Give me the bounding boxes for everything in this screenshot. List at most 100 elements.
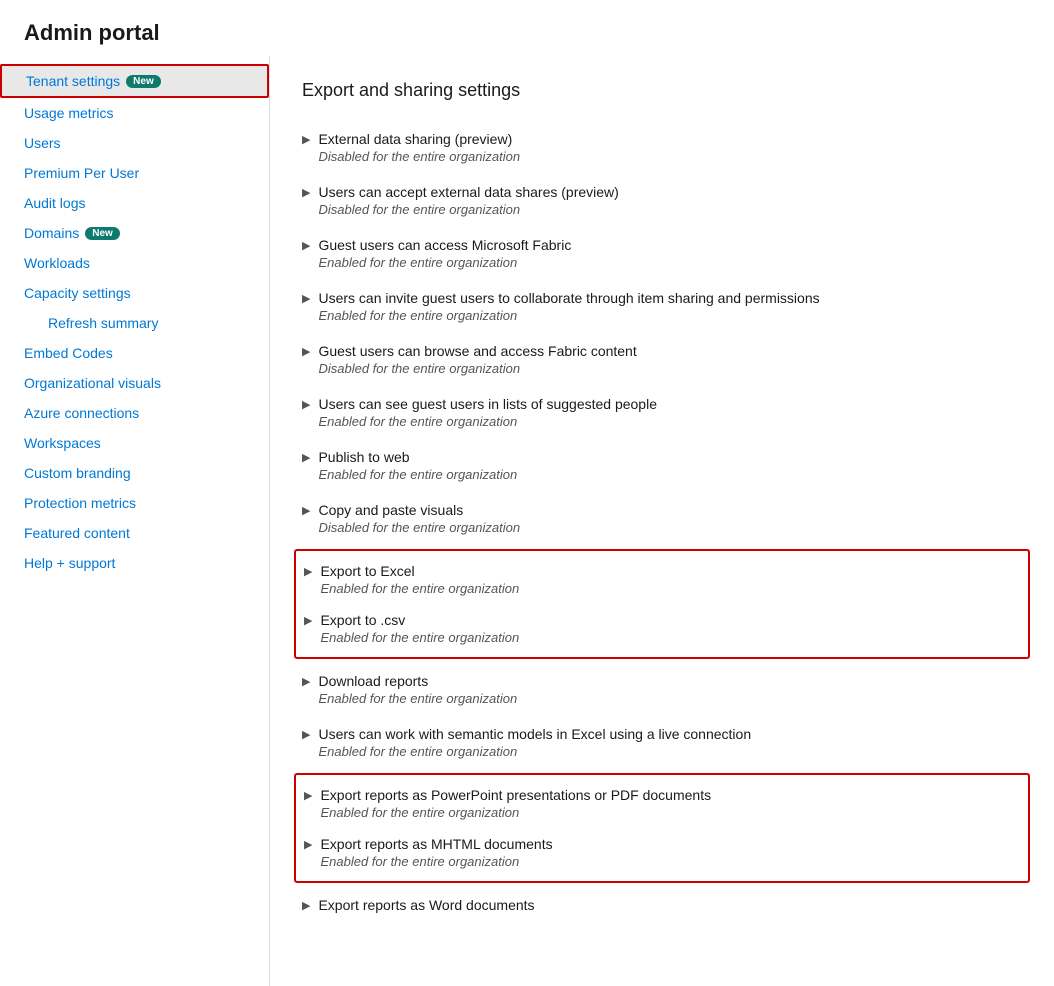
setting-label-export-mhtml: Export reports as MHTML documents	[320, 836, 552, 852]
badge-new: New	[85, 227, 120, 240]
chevron-icon[interactable]: ▶	[304, 838, 312, 851]
sidebar-item-label: Usage metrics	[24, 105, 113, 121]
sidebar-item-premium-per-user[interactable]: Premium Per User	[0, 158, 269, 188]
setting-label-users-see-guest: Users can see guest users in lists of su…	[318, 396, 657, 412]
setting-item-users-see-guest: ▶ Users can see guest users in lists of s…	[302, 386, 1022, 439]
sidebar-item-label: Capacity settings	[24, 285, 131, 301]
sidebar-item-label: Embed Codes	[24, 345, 113, 361]
setting-item-download-reports: ▶ Download reports Enabled for the entire …	[302, 663, 1022, 716]
chevron-icon[interactable]: ▶	[302, 675, 310, 688]
sidebar-item-users[interactable]: Users	[0, 128, 269, 158]
setting-label-copy-paste-visuals: Copy and paste visuals	[318, 502, 520, 518]
setting-status-export-excel: Enabled for the entire organization	[320, 581, 519, 596]
setting-status-download-reports: Enabled for the entire organization	[318, 691, 517, 706]
chevron-icon[interactable]: ▶	[302, 239, 310, 252]
chevron-icon[interactable]: ▶	[302, 728, 310, 741]
setting-label-external-data-sharing: External data sharing (preview)	[318, 131, 520, 147]
setting-item-guest-browse-fabric: ▶ Guest users can browse and access Fabri…	[302, 333, 1022, 386]
sidebar-item-label: Azure connections	[24, 405, 139, 421]
sidebar-item-protection-metrics[interactable]: Protection metrics	[0, 488, 269, 518]
chevron-icon[interactable]: ▶	[302, 899, 310, 912]
setting-label-publish-to-web: Publish to web	[318, 449, 517, 465]
sidebar-item-label: Protection metrics	[24, 495, 136, 511]
setting-label-users-invite-guest: Users can invite guest users to collabor…	[318, 290, 819, 306]
setting-status-publish-to-web: Enabled for the entire organization	[318, 467, 517, 482]
setting-label-users-accept-external: Users can accept external data shares (p…	[318, 184, 618, 200]
sidebar-item-label: Domains	[24, 225, 79, 241]
setting-label-export-excel: Export to Excel	[320, 563, 519, 579]
main-content: Export and sharing settings ▶ External da…	[270, 56, 1054, 986]
sidebar-item-featured-content[interactable]: Featured content	[0, 518, 269, 548]
chevron-icon[interactable]: ▶	[304, 614, 312, 627]
setting-label-guest-users-fabric: Guest users can access Microsoft Fabric	[318, 237, 571, 253]
sidebar-item-label: Help + support	[24, 555, 115, 571]
sidebar-item-azure-connections[interactable]: Azure connections	[0, 398, 269, 428]
setting-item-export-word: ▶ Export reports as Word documents	[302, 887, 1022, 923]
sidebar-item-label: Custom branding	[24, 465, 131, 481]
setting-status-guest-browse-fabric: Disabled for the entire organization	[318, 361, 636, 376]
setting-item-export-excel: ▶ Export to Excel Enabled for the entire o…	[304, 555, 1020, 604]
setting-status-guest-users-fabric: Enabled for the entire organization	[318, 255, 571, 270]
sidebar: Tenant settings New Usage metrics Users Prem…	[0, 56, 270, 986]
setting-status-users-see-guest: Enabled for the entire organization	[318, 414, 657, 429]
chevron-icon[interactable]: ▶	[304, 565, 312, 578]
sidebar-item-tenant-settings[interactable]: Tenant settings New	[0, 64, 269, 98]
setting-status-copy-paste-visuals: Disabled for the entire organization	[318, 520, 520, 535]
setting-item-external-data-sharing: ▶ External data sharing (preview) Disabled…	[302, 121, 1022, 174]
setting-label-guest-browse-fabric: Guest users can browse and access Fabric…	[318, 343, 636, 359]
sidebar-item-label: Premium Per User	[24, 165, 139, 181]
chevron-icon[interactable]: ▶	[304, 789, 312, 802]
sidebar-item-workloads[interactable]: Workloads	[0, 248, 269, 278]
setting-item-export-powerpoint-pdf: ▶ Export reports as PowerPoint presentati…	[304, 779, 1020, 828]
sidebar-item-label: Tenant settings	[26, 73, 120, 89]
setting-item-export-csv: ▶ Export to .csv Enabled for the entire or…	[304, 604, 1020, 653]
page-title: Admin portal	[0, 0, 1054, 56]
sidebar-item-label: Featured content	[24, 525, 130, 541]
sidebar-item-usage-metrics[interactable]: Usage metrics	[0, 98, 269, 128]
setting-item-export-mhtml: ▶Export reports as MHTML documentsEnable…	[304, 828, 1020, 877]
chevron-icon[interactable]: ▶	[302, 398, 310, 411]
setting-status-semantic-models-excel: Enabled for the entire organization	[318, 744, 751, 759]
setting-item-semantic-models-excel: ▶ Users can work with semantic models in …	[302, 716, 1022, 769]
sidebar-item-label: Refresh summary	[48, 315, 158, 331]
chevron-icon[interactable]: ▶	[302, 451, 310, 464]
sidebar-item-embed-codes[interactable]: Embed Codes	[0, 338, 269, 368]
setting-item-users-accept-external: ▶ Users can accept external data shares (…	[302, 174, 1022, 227]
sidebar-item-domains[interactable]: Domains New	[0, 218, 269, 248]
setting-status-external-data-sharing: Disabled for the entire organization	[318, 149, 520, 164]
section-title: Export and sharing settings	[302, 80, 1022, 101]
setting-label-semantic-models-excel: Users can work with semantic models in E…	[318, 726, 751, 742]
sidebar-item-help-support[interactable]: Help + support	[0, 548, 269, 578]
settings-list: ▶ External data sharing (preview) Disabled…	[302, 121, 1022, 923]
chevron-icon[interactable]: ▶	[302, 133, 310, 146]
setting-item-users-invite-guest: ▶ Users can invite guest users to collabo…	[302, 280, 1022, 333]
sidebar-item-organizational-visuals[interactable]: Organizational visuals	[0, 368, 269, 398]
chevron-icon[interactable]: ▶	[302, 186, 310, 199]
sidebar-item-label: Organizational visuals	[24, 375, 161, 391]
sidebar-item-capacity-settings[interactable]: Capacity settings	[0, 278, 269, 308]
sidebar-item-custom-branding[interactable]: Custom branding	[0, 458, 269, 488]
setting-label-download-reports: Download reports	[318, 673, 517, 689]
setting-label-export-csv: Export to .csv	[320, 612, 519, 628]
sidebar-item-label: Workloads	[24, 255, 90, 271]
setting-item-guest-users-fabric: ▶ Guest users can access Microsoft Fabric…	[302, 227, 1022, 280]
setting-label-export-word: Export reports as Word documents	[318, 897, 534, 913]
sidebar-item-workspaces[interactable]: Workspaces	[0, 428, 269, 458]
chevron-icon[interactable]: ▶	[302, 504, 310, 517]
highlight-group-group1: ▶ Export to Excel Enabled for the entire o…	[294, 549, 1030, 659]
badge-new: New	[126, 75, 161, 88]
setting-status-users-accept-external: Disabled for the entire organization	[318, 202, 618, 217]
sidebar-item-label: Workspaces	[24, 435, 101, 451]
setting-label-export-powerpoint-pdf: Export reports as PowerPoint presentatio…	[320, 787, 711, 803]
setting-item-copy-paste-visuals: ▶ Copy and paste visuals Disabled for the …	[302, 492, 1022, 545]
highlight-group-group2: ▶ Export reports as PowerPoint presentati…	[294, 773, 1030, 883]
setting-item-publish-to-web: ▶ Publish to web Enabled for the entire or…	[302, 439, 1022, 492]
sidebar-item-label: Audit logs	[24, 195, 85, 211]
chevron-icon[interactable]: ▶	[302, 292, 310, 305]
sidebar-item-label: Users	[24, 135, 61, 151]
setting-status-export-csv: Enabled for the entire organization	[320, 630, 519, 645]
chevron-icon[interactable]: ▶	[302, 345, 310, 358]
sidebar-item-audit-logs[interactable]: Audit logs	[0, 188, 269, 218]
sidebar-item-refresh-summary[interactable]: Refresh summary	[0, 308, 269, 338]
setting-status-export-powerpoint-pdf: Enabled for the entire organization	[320, 805, 711, 820]
